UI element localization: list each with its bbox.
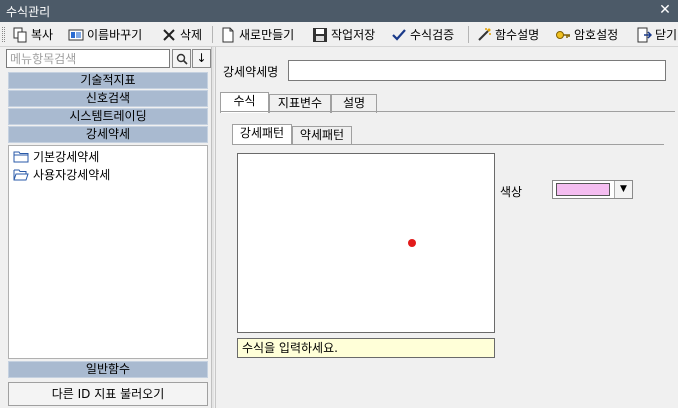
new-label: 새로만들기 [239, 28, 295, 42]
tree-item-label: 기본강세약세 [33, 149, 100, 164]
search-icon [176, 53, 188, 68]
toolbar-separator [212, 26, 213, 43]
save-icon [312, 27, 328, 43]
tree-item-basic[interactable]: 기본강세약세 [13, 147, 99, 165]
tree-item-label: 사용자강세약세 [33, 167, 111, 182]
subtab-bearish-pattern[interactable]: 약세패턴 [292, 126, 352, 145]
toolbar-separator [468, 26, 469, 43]
password-label: 암호설정 [574, 28, 619, 42]
right-panel: 강세약세명 수식 지표변수 설명 강세패턴 약세패턴 수식을 입력하세요. 색상… [215, 47, 678, 408]
panel-splitter[interactable] [211, 47, 214, 408]
key-icon [555, 27, 571, 43]
toolbar-grip[interactable] [2, 27, 5, 42]
rename-icon [68, 27, 84, 43]
search-input[interactable] [10, 50, 169, 67]
magic-wand-icon [476, 27, 492, 43]
exit-icon [636, 27, 653, 43]
rename-button[interactable]: 이름바꾸기 [68, 24, 142, 45]
category-signal-search[interactable]: 신호검색 [8, 90, 208, 107]
search-box[interactable] [6, 49, 170, 68]
pattern-canvas[interactable] [237, 153, 495, 333]
title-bar: 수식관리 ✕ [0, 0, 678, 22]
category-technical[interactable]: 기술적지표 [8, 72, 208, 89]
copy-icon [12, 27, 28, 43]
delete-label: 삭제 [180, 28, 203, 42]
category-general-functions[interactable]: 일반함수 [8, 361, 208, 378]
check-icon [391, 27, 407, 43]
color-label: 색상 [500, 185, 523, 199]
password-button[interactable]: 암호설정 [555, 24, 618, 45]
subtab-bullish-pattern[interactable]: 강세패턴 [232, 124, 292, 145]
name-label: 강세약세명 [223, 65, 279, 79]
dropdown-arrow-icon[interactable]: ▼ [614, 181, 632, 198]
pattern-point-marker[interactable] [408, 239, 416, 247]
new-document-icon [220, 27, 236, 43]
window-title: 수식관리 [6, 5, 51, 19]
func-help-label: 함수설명 [495, 28, 540, 42]
delete-button[interactable]: 삭제 [161, 24, 202, 45]
verify-button[interactable]: 수식검증 [391, 24, 454, 45]
tab-divider [220, 111, 675, 112]
close-button[interactable]: 닫기 [636, 24, 677, 45]
new-button[interactable]: 새로만들기 [220, 24, 294, 45]
color-swatch [556, 183, 610, 196]
save-work-label: 작업저장 [331, 28, 376, 42]
verify-label: 수식검증 [410, 28, 455, 42]
func-help-button[interactable]: 함수설명 [476, 24, 539, 45]
close-label: 닫기 [655, 28, 678, 42]
tree-item-user[interactable]: 사용자강세약세 [13, 165, 110, 183]
delete-icon [161, 27, 177, 43]
load-other-id-button[interactable]: 다른 ID 지표 불러오기 [8, 382, 208, 406]
arrow-down-icon: ↓ [196, 51, 207, 65]
left-panel: ↓ 기술적지표 신호검색 시스템트레이딩 강세약세 기본강세약세 사용자강세약세… [3, 47, 211, 408]
color-picker[interactable]: ▼ [552, 180, 633, 199]
category-strength-weakness[interactable]: 강세약세 [8, 126, 208, 143]
tab-formula[interactable]: 수식 [220, 92, 269, 113]
save-work-button[interactable]: 작업저장 [312, 24, 375, 45]
close-icon[interactable]: ✕ [658, 2, 672, 18]
subtab-divider [232, 144, 664, 145]
rename-label: 이름바꾸기 [87, 28, 143, 42]
scroll-down-button[interactable]: ↓ [192, 49, 211, 68]
name-input[interactable] [289, 61, 665, 80]
category-system-trading[interactable]: 시스템트레이딩 [8, 108, 208, 125]
search-button[interactable] [172, 49, 191, 68]
copy-button[interactable]: 복사 [12, 24, 53, 45]
name-input-box[interactable] [288, 60, 666, 81]
folder-closed-icon [13, 150, 29, 163]
tree-view[interactable]: 기본강세약세 사용자강세약세 [8, 145, 208, 359]
toolbar: 복사 이름바꾸기 삭제 새로만들기 작업저장 수식검증 함수설명 암호설정 닫기 [0, 22, 678, 47]
formula-input[interactable]: 수식을 입력하세요. [237, 338, 495, 358]
folder-open-icon [13, 168, 29, 181]
copy-label: 복사 [31, 28, 54, 42]
